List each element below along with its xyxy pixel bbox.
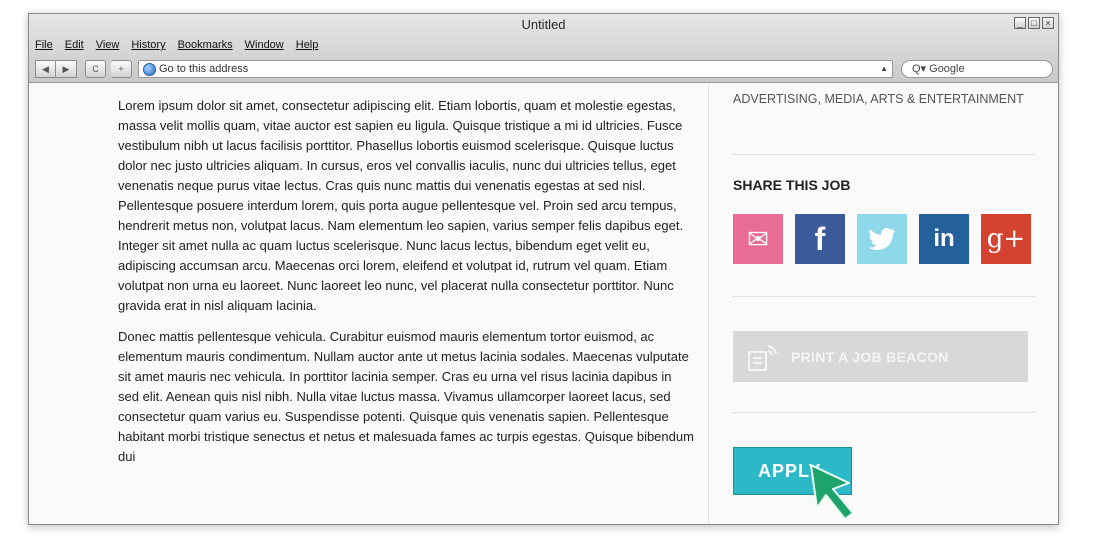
back-arrow-icon: ◀ (42, 63, 49, 74)
new-tab-button[interactable]: + (111, 60, 132, 78)
page-content: Lorem ipsum dolor sit amet, consectetur … (29, 84, 1058, 524)
window-controls: _ □ × (1014, 17, 1054, 29)
reload-button[interactable]: C (85, 60, 106, 78)
menu-view[interactable]: View (96, 39, 120, 51)
maximize-button[interactable]: □ (1028, 17, 1040, 29)
menu-help[interactable]: Help (296, 39, 319, 51)
googleplus-icon: g+ (986, 224, 1026, 254)
googleplus-share-button[interactable]: g+ (981, 214, 1031, 264)
cursor-arrow-icon (810, 464, 854, 520)
facebook-share-button[interactable]: f (795, 214, 845, 264)
description-paragraph: Donec mattis pellentesque vehicula. Cura… (118, 329, 694, 464)
job-description: Lorem ipsum dolor sit amet, consectetur … (118, 96, 696, 478)
close-button[interactable]: × (1042, 17, 1054, 29)
back-forward-group: ◀ ▶ (35, 60, 77, 78)
menu-bar: File Edit View History Bookmarks Window … (35, 39, 318, 51)
share-heading: SHARE THIS JOB (733, 177, 851, 193)
divider (733, 412, 1035, 413)
browser-chrome: Untitled _ □ × File Edit View History Bo… (29, 14, 1058, 83)
window-title: Untitled (521, 17, 566, 32)
reload-icon: C (92, 64, 99, 74)
chevron-down-icon[interactable]: ▲ (880, 61, 888, 77)
forward-button[interactable]: ▶ (56, 60, 77, 78)
browser-window: Untitled _ □ × File Edit View History Bo… (28, 13, 1059, 525)
linkedin-icon: in (933, 225, 955, 252)
navigation-toolbar: ◀ ▶ C + Go to this address ▲ Q▾ Google (35, 60, 1055, 79)
search-placeholder: Q▾ Google (912, 63, 965, 75)
share-buttons: ✉ f in g+ (733, 214, 1031, 264)
plus-icon: + (118, 64, 124, 74)
description-paragraph: Lorem ipsum dolor sit amet, consectetur … (118, 98, 684, 313)
divider (733, 154, 1035, 155)
beacon-print-icon (748, 344, 777, 371)
menu-window[interactable]: Window (245, 39, 284, 51)
twitter-share-button[interactable] (857, 214, 907, 264)
minimize-button[interactable]: _ (1014, 17, 1026, 29)
menu-bookmarks[interactable]: Bookmarks (178, 39, 233, 51)
envelope-icon: ✉ (747, 223, 769, 254)
address-bar[interactable]: Go to this address ▲ (138, 60, 893, 78)
globe-icon (143, 63, 156, 76)
linkedin-share-button[interactable]: in (919, 214, 969, 264)
menu-file[interactable]: File (35, 39, 53, 51)
print-beacon-button[interactable]: PRINT A JOB BEACON (733, 331, 1028, 382)
back-button[interactable]: ◀ (35, 60, 56, 78)
menu-history[interactable]: History (131, 39, 165, 51)
address-placeholder: Go to this address (159, 63, 249, 75)
divider (733, 296, 1035, 297)
column-divider (708, 84, 709, 524)
facebook-icon: f (814, 220, 826, 257)
job-category: ADVERTISING, MEDIA, ARTS & ENTERTAINMENT (733, 92, 1024, 106)
search-input[interactable]: Q▾ Google (901, 60, 1053, 78)
menu-edit[interactable]: Edit (65, 39, 84, 51)
email-share-button[interactable]: ✉ (733, 214, 783, 264)
forward-arrow-icon: ▶ (62, 63, 70, 74)
print-beacon-label: PRINT A JOB BEACON (791, 348, 949, 365)
twitter-bird-icon (868, 228, 895, 250)
